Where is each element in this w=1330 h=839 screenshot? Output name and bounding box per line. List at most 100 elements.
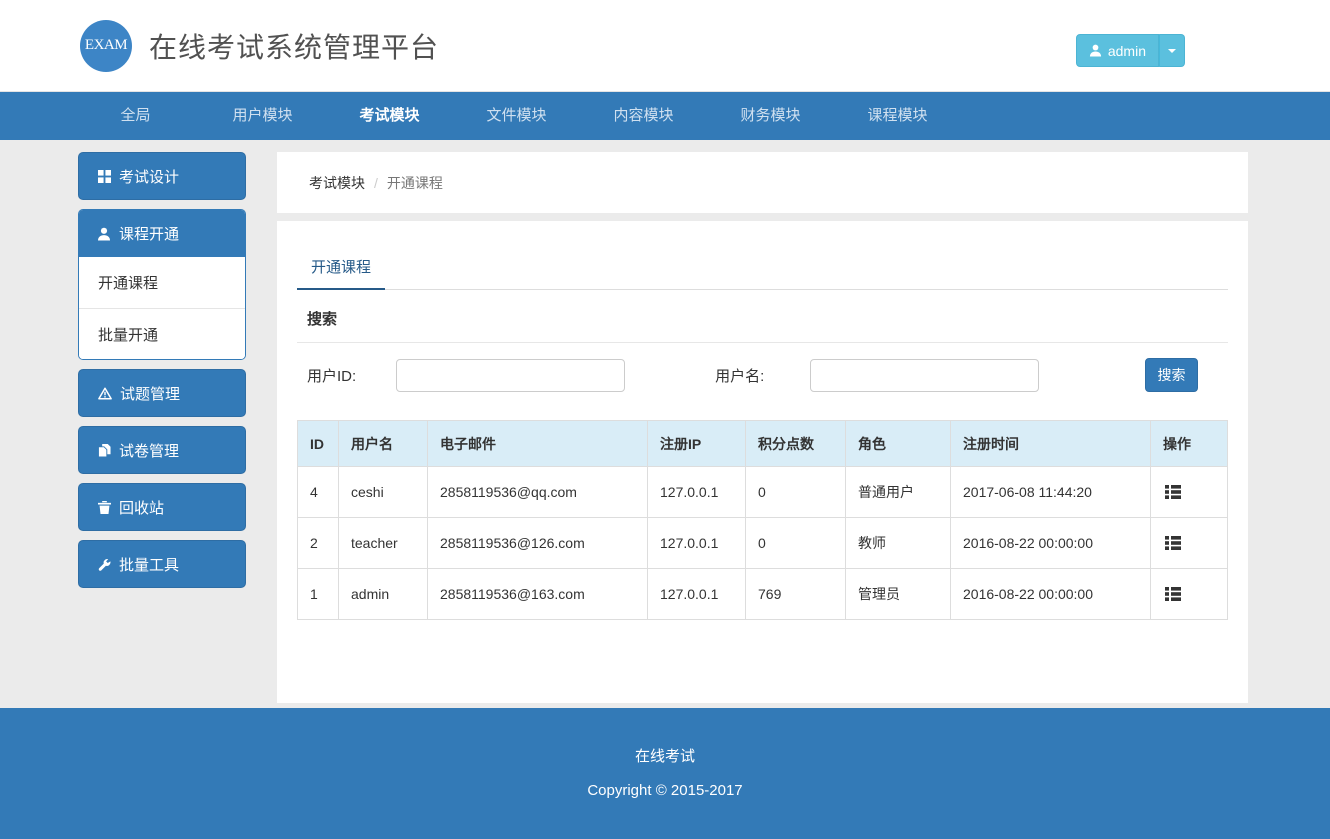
col-header-points: 积分点数 — [746, 421, 846, 467]
cell-id: 1 — [298, 569, 339, 620]
user-id-label: 用户ID: — [307, 365, 356, 386]
sidebar-item-paper-management[interactable]: 试卷管理 — [78, 426, 246, 474]
operation-button[interactable] — [1163, 585, 1183, 603]
sidebar-item-question-management[interactable]: 试题管理 — [78, 369, 246, 417]
content-area: 考试设计 课程开通 开通课程 批量开通 试题管理 试卷管理 — [0, 140, 1330, 708]
sidebar-group-course-open: 课程开通 开通课程 批量开通 — [78, 209, 246, 360]
sidebar-item-label: 批量工具 — [119, 554, 179, 575]
col-header-operation: 操作 — [1151, 421, 1228, 467]
cell-ip: 127.0.0.1 — [648, 467, 746, 518]
warning-icon — [98, 387, 112, 400]
cell-ip: 127.0.0.1 — [648, 518, 746, 569]
user-id-input[interactable] — [396, 359, 625, 392]
duplicate-icon — [98, 444, 111, 457]
wrench-icon — [98, 558, 111, 571]
th-list-icon — [1165, 485, 1181, 499]
exam-logo: EXAM — [80, 20, 132, 72]
cell-points: 0 — [746, 467, 846, 518]
sidebar-item-label: 考试设计 — [119, 166, 179, 187]
tab-open-course[interactable]: 开通课程 — [297, 244, 385, 290]
col-header-ip: 注册IP — [648, 421, 746, 467]
cell-register-time: 2016-08-22 00:00:00 — [951, 518, 1151, 569]
th-list-icon — [1165, 587, 1181, 601]
cell-username: admin — [339, 569, 428, 620]
operation-button[interactable] — [1163, 483, 1183, 501]
user-dropdown-toggle[interactable] — [1159, 34, 1185, 67]
page-title: 在线考试系统管理平台 — [149, 26, 439, 66]
th-list-icon — [1165, 536, 1181, 550]
cell-id: 4 — [298, 467, 339, 518]
trash-icon — [98, 501, 111, 514]
cell-username: teacher — [339, 518, 428, 569]
cell-operation — [1151, 569, 1228, 620]
page-header: EXAM 在线考试系统管理平台 admin — [0, 0, 1330, 92]
cell-email: 2858119536@163.com — [428, 569, 648, 620]
user-icon — [97, 227, 111, 241]
cell-register-time: 2017-06-08 11:44:20 — [951, 467, 1151, 518]
user-icon — [1089, 44, 1102, 57]
col-header-username: 用户名 — [339, 421, 428, 467]
main-column: 考试模块 / 开通课程 开通课程 搜索 用户ID: 用户名: 搜索 — [277, 152, 1248, 708]
sidebar-item-batch-tools[interactable]: 批量工具 — [78, 540, 246, 588]
table-header-row: ID 用户名 电子邮件 注册IP 积分点数 角色 注册时间 操作 — [298, 421, 1228, 467]
search-form: 用户ID: 用户名: 搜索 — [297, 343, 1228, 407]
cell-points: 769 — [746, 569, 846, 620]
sidebar-subitem-open-course[interactable]: 开通课程 — [79, 257, 245, 308]
nav-item-exam-module[interactable]: 考试模块 — [326, 92, 453, 140]
nav-item-file-module[interactable]: 文件模块 — [453, 92, 580, 140]
breadcrumb: 考试模块 / 开通课程 — [277, 152, 1248, 213]
cell-operation — [1151, 467, 1228, 518]
cell-register-time: 2016-08-22 00:00:00 — [951, 569, 1151, 620]
tab-bar: 开通课程 — [297, 221, 1228, 290]
sidebar-item-label: 课程开通 — [119, 223, 179, 244]
breadcrumb-parent[interactable]: 考试模块 — [309, 173, 365, 193]
cell-id: 2 — [298, 518, 339, 569]
cell-role: 普通用户 — [846, 467, 951, 518]
footer-site-name: 在线考试 — [0, 745, 1330, 766]
user-button-group: admin — [1076, 34, 1185, 67]
cell-points: 0 — [746, 518, 846, 569]
breadcrumb-separator: / — [374, 175, 378, 191]
table-row: 2 teacher 2858119536@126.com 127.0.0.1 0… — [298, 518, 1228, 569]
table-row: 4 ceshi 2858119536@qq.com 127.0.0.1 0 普通… — [298, 467, 1228, 518]
cell-operation — [1151, 518, 1228, 569]
nav-item-global[interactable]: 全局 — [72, 92, 199, 140]
sidebar: 考试设计 课程开通 开通课程 批量开通 试题管理 试卷管理 — [78, 152, 246, 708]
sidebar-subitem-batch-open[interactable]: 批量开通 — [79, 308, 245, 359]
col-header-role: 角色 — [846, 421, 951, 467]
col-header-id: ID — [298, 421, 339, 467]
cell-email: 2858119536@qq.com — [428, 467, 648, 518]
logo-text: EXAM — [85, 37, 127, 54]
col-header-register-time: 注册时间 — [951, 421, 1151, 467]
username-label: 用户名: — [715, 365, 764, 386]
cell-ip: 127.0.0.1 — [648, 569, 746, 620]
sidebar-item-label: 试题管理 — [120, 383, 180, 404]
nav-item-content-module[interactable]: 内容模块 — [580, 92, 707, 140]
breadcrumb-current: 开通课程 — [387, 173, 443, 193]
user-menu-button[interactable]: admin — [1076, 34, 1159, 67]
sidebar-item-recycle-bin[interactable]: 回收站 — [78, 483, 246, 531]
user-name-label: admin — [1108, 43, 1146, 59]
sidebar-item-course-open[interactable]: 课程开通 — [79, 210, 245, 257]
cell-role: 教师 — [846, 518, 951, 569]
cell-email: 2858119536@126.com — [428, 518, 648, 569]
caret-down-icon — [1168, 49, 1176, 53]
sidebar-item-label: 试卷管理 — [119, 440, 179, 461]
nav-item-finance-module[interactable]: 财务模块 — [707, 92, 834, 140]
page-footer: 在线考试 Copyright © 2015-2017 — [0, 708, 1330, 839]
sidebar-item-label: 回收站 — [119, 497, 164, 518]
nav-item-course-module[interactable]: 课程模块 — [834, 92, 961, 140]
main-panel: 开通课程 搜索 用户ID: 用户名: 搜索 ID 用户名 — [277, 221, 1248, 703]
username-input[interactable] — [810, 359, 1039, 392]
search-button[interactable]: 搜索 — [1145, 358, 1198, 392]
operation-button[interactable] — [1163, 534, 1183, 552]
search-section-title: 搜索 — [297, 290, 1228, 343]
cell-role: 管理员 — [846, 569, 951, 620]
top-navigation: 全局 用户模块 考试模块 文件模块 内容模块 财务模块 课程模块 — [0, 92, 1330, 140]
footer-copyright: Copyright © 2015-2017 — [0, 782, 1330, 799]
col-header-email: 电子邮件 — [428, 421, 648, 467]
grid-icon — [98, 170, 111, 183]
table-row: 1 admin 2858119536@163.com 127.0.0.1 769… — [298, 569, 1228, 620]
nav-item-user-module[interactable]: 用户模块 — [199, 92, 326, 140]
sidebar-item-exam-design[interactable]: 考试设计 — [78, 152, 246, 200]
